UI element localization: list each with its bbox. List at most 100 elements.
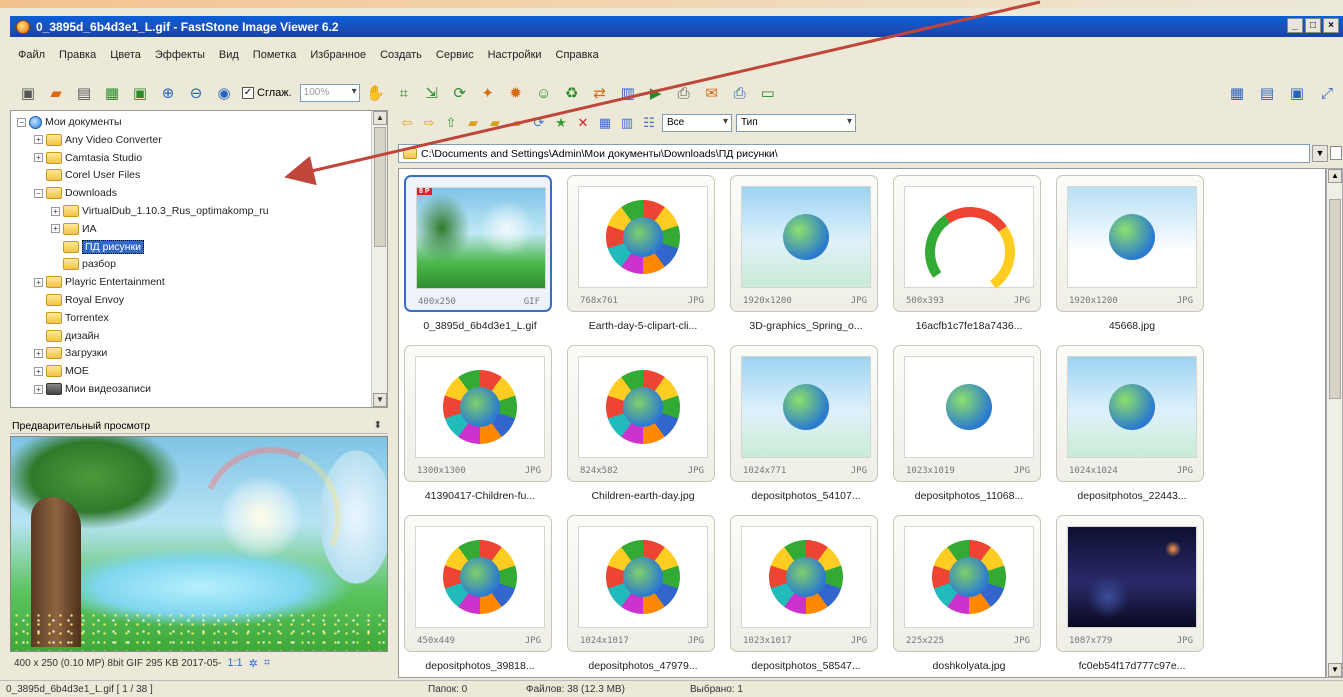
menu-help[interactable]: Справка: [554, 48, 601, 66]
tree-item[interactable]: + Мои видеозаписи: [34, 381, 151, 397]
expand-toggle-icon[interactable]: +: [51, 206, 60, 216]
menu-tag[interactable]: Пометка: [251, 48, 299, 66]
thumbnail-item[interactable]: 1087x779 JPG fc0eb54f17d777c97e...: [1053, 512, 1205, 677]
thumbnail-item[interactable]: 1023x1017 JPG depositphotos_58547...: [727, 512, 879, 677]
thumbnail-item[interactable]: 824x582 JPG Children-earth-day.jpg: [564, 342, 716, 512]
tree-item[interactable]: + Any Video Converter: [34, 132, 162, 148]
copy-to-icon[interactable]: ▰: [486, 114, 504, 132]
zoom-out-icon[interactable]: ⊖: [184, 81, 208, 105]
compare-icon[interactable]: ▥: [616, 81, 640, 105]
tree-item[interactable]: + VirtualDub_1.10.3_Rus_optimakomp_ru: [51, 203, 269, 219]
zoom-ratio[interactable]: 1:1: [227, 657, 242, 669]
slideshow-icon[interactable]: ▶: [644, 81, 668, 105]
view-list-icon[interactable]: ☷: [640, 114, 658, 132]
tree-item[interactable]: + МОЕ: [34, 363, 89, 379]
person-icon[interactable]: ☺: [532, 81, 556, 105]
tree-item[interactable]: дизайн: [34, 328, 99, 344]
menu-effects[interactable]: Эффекты: [153, 48, 207, 66]
effects-icon[interactable]: ✹: [504, 81, 528, 105]
expand-toggle-icon[interactable]: −: [34, 188, 43, 198]
minimize-button[interactable]: _: [1287, 18, 1303, 33]
thumbnail-item[interactable]: 8 P 400x250 GIF 0_3895d_6b4d3e1_L.gif: [401, 172, 553, 342]
path-dropdown-icon[interactable]: ▼: [1312, 145, 1328, 162]
scroll-up-icon[interactable]: ▲: [373, 111, 387, 125]
scroll-thumb[interactable]: [374, 127, 386, 247]
tree-item[interactable]: Corel User Files: [34, 167, 140, 183]
menu-colors[interactable]: Цвета: [108, 48, 143, 66]
forward-icon[interactable]: ⇨: [420, 114, 438, 132]
tree-item[interactable]: Royal Envoy: [34, 292, 124, 308]
tree-scrollbar[interactable]: ▲ ▼: [371, 111, 387, 407]
tree-item[interactable]: − Мои документы: [17, 114, 122, 130]
fullscreen-icon[interactable]: ⤢: [1315, 81, 1339, 105]
path-bar[interactable]: C:\Documents and Settings\Admin\Мои доку…: [398, 144, 1310, 163]
print-icon[interactable]: ⎙: [728, 81, 752, 105]
thumbnail-item[interactable]: 1023x1019 JPG depositphotos_11068...: [890, 342, 1042, 512]
settings-gear-icon[interactable]: ✲: [249, 657, 258, 670]
tree-item[interactable]: + ИА: [51, 221, 97, 237]
expand-toggle-icon[interactable]: +: [34, 348, 43, 358]
move-to-icon[interactable]: ▰: [508, 114, 526, 132]
menu-file[interactable]: Файл: [16, 48, 47, 66]
thumbnail-item[interactable]: 225x225 JPG doshkolyata.jpg: [890, 512, 1042, 677]
email-icon[interactable]: ✉: [700, 81, 724, 105]
favorites-icon[interactable]: ★: [552, 114, 570, 132]
thumbnail-item[interactable]: 1024x1017 JPG depositphotos_47979...: [564, 512, 716, 677]
resize-icon[interactable]: ⇲: [420, 81, 444, 105]
layout-browser-icon[interactable]: ▦: [1225, 81, 1249, 105]
bookmark-icon[interactable]: [1330, 146, 1342, 160]
scroll-up-icon[interactable]: ▲: [1328, 169, 1342, 183]
transfer-icon[interactable]: ⇄: [588, 81, 612, 105]
scroll-down-icon[interactable]: ▼: [1328, 663, 1342, 677]
fit-icon[interactable]: ▣: [128, 81, 152, 105]
up-folder-icon[interactable]: ⇧: [442, 114, 460, 132]
menu-create[interactable]: Создать: [378, 48, 424, 66]
scroll-down-icon[interactable]: ▼: [373, 393, 387, 407]
maximize-button[interactable]: □: [1305, 18, 1321, 33]
expand-toggle-icon[interactable]: +: [34, 135, 43, 145]
fullscreen-small-icon[interactable]: ⌗: [264, 657, 270, 670]
scanner-icon[interactable]: ⎙: [672, 81, 696, 105]
grid-scrollbar[interactable]: ▲ ▼: [1326, 168, 1343, 678]
tree-item[interactable]: + Camtasia Studio: [34, 150, 142, 166]
save-icon[interactable]: ▤: [72, 81, 96, 105]
layout-viewer-icon[interactable]: ▣: [1285, 81, 1309, 105]
open-folder-icon[interactable]: ▰: [44, 81, 68, 105]
menu-favorites[interactable]: Избранное: [308, 48, 368, 66]
thumbnail-item[interactable]: 1920x1200 JPG 3D-graphics_Spring_o...: [727, 172, 879, 342]
menu-settings[interactable]: Настройки: [486, 48, 544, 66]
hand-tool-icon[interactable]: ✋: [364, 81, 388, 105]
thumbnail-item[interactable]: 1920x1200 JPG 45668.jpg: [1053, 172, 1205, 342]
expand-toggle-icon[interactable]: +: [34, 153, 43, 163]
menu-view[interactable]: Вид: [217, 48, 241, 66]
scroll-thumb[interactable]: [1329, 199, 1341, 399]
thumbnail-item[interactable]: 768x761 JPG Earth-day-5-clipart-cli...: [564, 172, 716, 342]
thumbnail-item[interactable]: 450x449 JPG depositphotos_39818...: [401, 512, 553, 677]
expand-toggle-icon[interactable]: +: [34, 277, 43, 287]
window-titlebar[interactable]: 0_3895d_6b4d3e1_L.gif - FastStone Image …: [10, 16, 1343, 37]
tree-item[interactable]: Torrentex: [34, 310, 109, 326]
menu-edit[interactable]: Правка: [57, 48, 98, 66]
thumbnail-item[interactable]: 1024x771 JPG depositphotos_54107...: [727, 342, 879, 512]
zoom-select[interactable]: 100%: [299, 84, 360, 102]
thumbnail-item[interactable]: 1300x1300 JPG 41390417-Children-fu...: [401, 342, 553, 512]
delete-icon[interactable]: ✕: [574, 114, 592, 132]
refresh-icon[interactable]: ⟳: [530, 114, 548, 132]
wallpaper-icon[interactable]: ▭: [756, 81, 780, 105]
zoom-in-icon[interactable]: ⊕: [156, 81, 180, 105]
smooth-checkbox[interactable]: ✓ Сглаж.: [242, 87, 292, 99]
tree-item[interactable]: + Загрузки: [34, 345, 107, 361]
filter-select[interactable]: Все: [662, 114, 732, 132]
save-as-icon[interactable]: ▦: [100, 81, 124, 105]
tree-item[interactable]: + Playric Entertainment: [34, 274, 165, 290]
thumbnail-item[interactable]: 1024x1024 JPG depositphotos_22443...: [1053, 342, 1205, 512]
close-button[interactable]: ×: [1323, 18, 1339, 33]
thumbnail-item[interactable]: 500x393 JPG 16acfb1c7fe18a7436...: [890, 172, 1042, 342]
view-medium-icon[interactable]: ▥: [618, 114, 636, 132]
expand-toggle-icon[interactable]: +: [34, 384, 43, 394]
new-folder-icon[interactable]: ▰: [464, 114, 482, 132]
expand-toggle-icon[interactable]: +: [34, 366, 43, 376]
tree-item[interactable]: − Downloads: [34, 185, 117, 201]
pin-icon[interactable]: ⬍: [374, 420, 382, 431]
expand-toggle-icon[interactable]: +: [51, 224, 60, 234]
